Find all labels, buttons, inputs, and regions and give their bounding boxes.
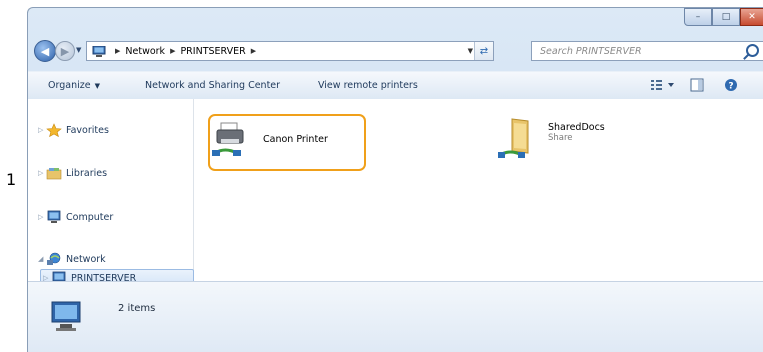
file-list: Canon Printer SharedDocs Share bbox=[194, 99, 763, 281]
back-button[interactable]: ◀ bbox=[34, 40, 56, 62]
breadcrumb-printserver[interactable]: PRINTSERVER bbox=[180, 46, 245, 57]
refresh-icon: ⇄ bbox=[479, 45, 489, 57]
search-box[interactable] bbox=[531, 41, 763, 61]
item-count: 2 items bbox=[118, 303, 156, 314]
maximize-button[interactable]: □ bbox=[712, 8, 740, 26]
help-button[interactable]: ? bbox=[724, 78, 738, 95]
address-bar[interactable]: ▶ Network ▶ PRINTSERVER ▶ ▼ ⇄ bbox=[86, 41, 494, 61]
nav-label-libraries: Libraries bbox=[66, 167, 108, 179]
minimize-button[interactable]: – bbox=[684, 8, 712, 26]
nav-item-libraries[interactable]: ▷ Libraries bbox=[38, 165, 107, 181]
navigation-pane: ▷ Favorites ▷ Libraries ▷ Computer ◢ Net… bbox=[28, 99, 194, 287]
organize-label: Organize bbox=[48, 80, 91, 91]
network-computer-large-icon bbox=[51, 301, 81, 331]
nav-item-network[interactable]: ◢ Network bbox=[38, 251, 106, 267]
search-icon[interactable] bbox=[746, 44, 759, 57]
organize-button[interactable]: Organize ▼ bbox=[48, 80, 100, 91]
forward-button[interactable]: ▶ bbox=[55, 41, 75, 61]
nav-label-computer: Computer bbox=[66, 211, 114, 223]
file-item-canon-printer[interactable]: Canon Printer bbox=[211, 117, 328, 161]
explorer-window: – □ ✕ ◀ ▶ ▼ ▶ Network ▶ PRINTSERVER ▶ ▼ … bbox=[27, 7, 763, 352]
file-subtitle: Share bbox=[548, 132, 573, 143]
file-item-shareddocs[interactable]: SharedDocs Share bbox=[498, 117, 605, 161]
chevron-down-icon: ▼ bbox=[94, 82, 100, 90]
view-options-button[interactable] bbox=[650, 78, 676, 95]
caption-buttons: – □ ✕ bbox=[684, 8, 763, 26]
nav-label-network: Network bbox=[66, 253, 106, 265]
collapse-arrow-icon[interactable]: ◢ bbox=[38, 255, 46, 263]
nav-label-favorites: Favorites bbox=[66, 124, 109, 136]
close-button[interactable]: ✕ bbox=[740, 8, 763, 26]
command-bar: Organize ▼ Network and Sharing Center Vie… bbox=[28, 71, 763, 100]
help-icon: ? bbox=[725, 79, 737, 92]
breadcrumb-separator-icon: ▶ bbox=[170, 47, 176, 55]
details-pane: 2 items bbox=[28, 281, 763, 352]
address-dropdown-icon[interactable]: ▼ bbox=[468, 47, 473, 55]
expand-arrow-icon[interactable]: ▷ bbox=[38, 213, 46, 221]
file-name: Canon Printer bbox=[263, 133, 328, 145]
history-dropdown-icon[interactable]: ▼ bbox=[76, 46, 81, 54]
expand-arrow-icon[interactable]: ▷ bbox=[38, 126, 46, 134]
expand-arrow-icon[interactable]: ▷ bbox=[38, 169, 46, 177]
svg-text:?: ? bbox=[728, 82, 733, 92]
library-icon bbox=[46, 168, 62, 180]
computer-icon bbox=[47, 210, 61, 223]
preview-pane-button[interactable] bbox=[690, 78, 704, 95]
file-name: SharedDocs bbox=[548, 121, 605, 133]
step-number: 1 bbox=[6, 170, 17, 189]
star-icon bbox=[46, 123, 62, 137]
address-row: ◀ ▶ ▼ ▶ Network ▶ PRINTSERVER ▶ ▼ ⇄ bbox=[28, 38, 763, 62]
breadcrumb-separator-icon: ▶ bbox=[115, 47, 121, 55]
network-sharing-center-button[interactable]: Network and Sharing Center bbox=[145, 80, 280, 91]
network-computer-icon bbox=[92, 45, 106, 57]
nav-item-computer[interactable]: ▷ Computer bbox=[38, 209, 113, 225]
breadcrumb-network[interactable]: Network bbox=[125, 46, 165, 57]
network-icon bbox=[47, 252, 61, 265]
preview-pane-icon bbox=[690, 78, 704, 92]
shared-folder-icon bbox=[498, 118, 529, 158]
refresh-button[interactable]: ⇄ bbox=[474, 42, 493, 60]
nav-item-favorites[interactable]: ▷ Favorites bbox=[38, 122, 109, 138]
view-remote-printers-button[interactable]: View remote printers bbox=[318, 80, 418, 91]
search-input[interactable] bbox=[538, 44, 742, 58]
view-icon bbox=[651, 80, 674, 90]
breadcrumb-separator-icon[interactable]: ▶ bbox=[251, 47, 256, 55]
printer-icon bbox=[212, 122, 244, 156]
